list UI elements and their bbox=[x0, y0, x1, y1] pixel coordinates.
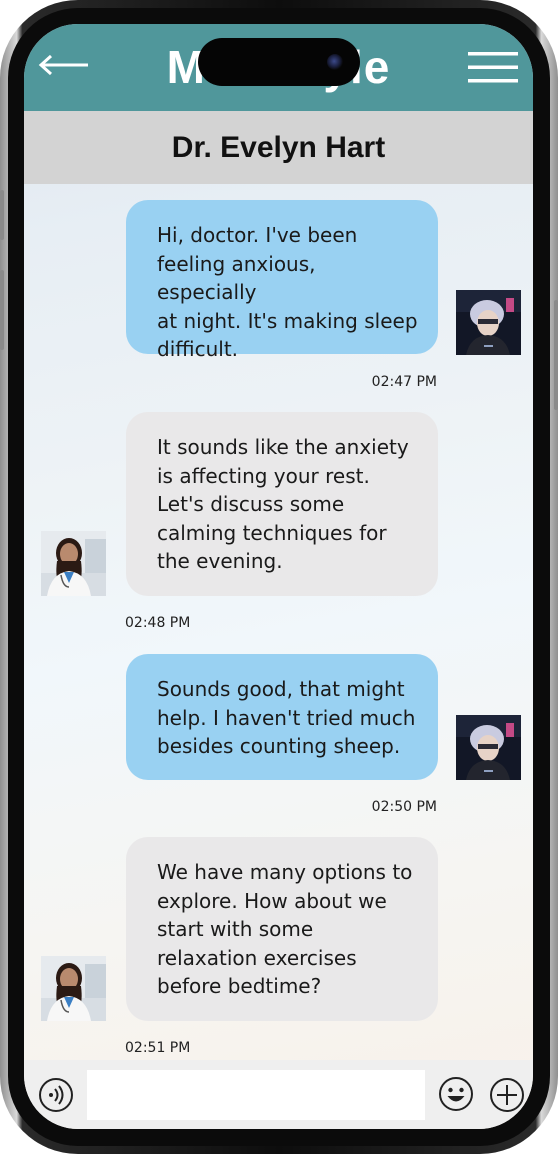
contact-name: Dr. Evelyn Hart bbox=[171, 131, 386, 164]
message-bubble-sent: Sounds good, that might help. I haven't … bbox=[126, 654, 438, 780]
doctor-avatar-image bbox=[41, 956, 106, 1021]
side-button bbox=[554, 300, 558, 410]
side-button bbox=[0, 270, 4, 350]
message-timestamp: 02:47 PM bbox=[371, 374, 437, 390]
contact-header: Dr. Evelyn Hart bbox=[24, 111, 533, 184]
message-bubble-sent: Hi, doctor. I've been feeling anxious, e… bbox=[126, 200, 438, 361]
message-input-bar bbox=[24, 1060, 533, 1129]
speaker-voice-icon[interactable] bbox=[38, 1077, 74, 1113]
front-camera bbox=[327, 54, 343, 70]
doctor-avatar[interactable] bbox=[41, 956, 106, 1021]
message-input[interactable] bbox=[87, 1070, 425, 1120]
message-bubble-received: It sounds like the anxiety is affecting … bbox=[126, 412, 438, 596]
message-timestamp: 02:50 PM bbox=[371, 799, 437, 815]
side-button bbox=[0, 190, 4, 240]
phone-frame: MediStyle Dr. Evelyn Hart Hi, doctor. I'… bbox=[0, 0, 558, 1154]
doctor-avatar-image bbox=[41, 531, 106, 596]
plus-circle-icon[interactable] bbox=[489, 1077, 525, 1113]
message-bubble-received: We have many options to explore. How abo… bbox=[126, 837, 438, 1021]
message-timestamp: 02:48 PM bbox=[125, 615, 191, 631]
user-avatar-image bbox=[456, 290, 521, 355]
user-avatar[interactable] bbox=[456, 290, 521, 355]
message-timestamp: 02:51 PM bbox=[125, 1040, 191, 1056]
smiley-face-icon[interactable] bbox=[438, 1076, 474, 1112]
doctor-avatar[interactable] bbox=[41, 531, 106, 596]
user-avatar[interactable] bbox=[456, 715, 521, 780]
hamburger-menu-icon[interactable] bbox=[468, 50, 518, 84]
app-screen: MediStyle Dr. Evelyn Hart Hi, doctor. I'… bbox=[24, 24, 533, 1129]
user-avatar-image bbox=[456, 715, 521, 780]
